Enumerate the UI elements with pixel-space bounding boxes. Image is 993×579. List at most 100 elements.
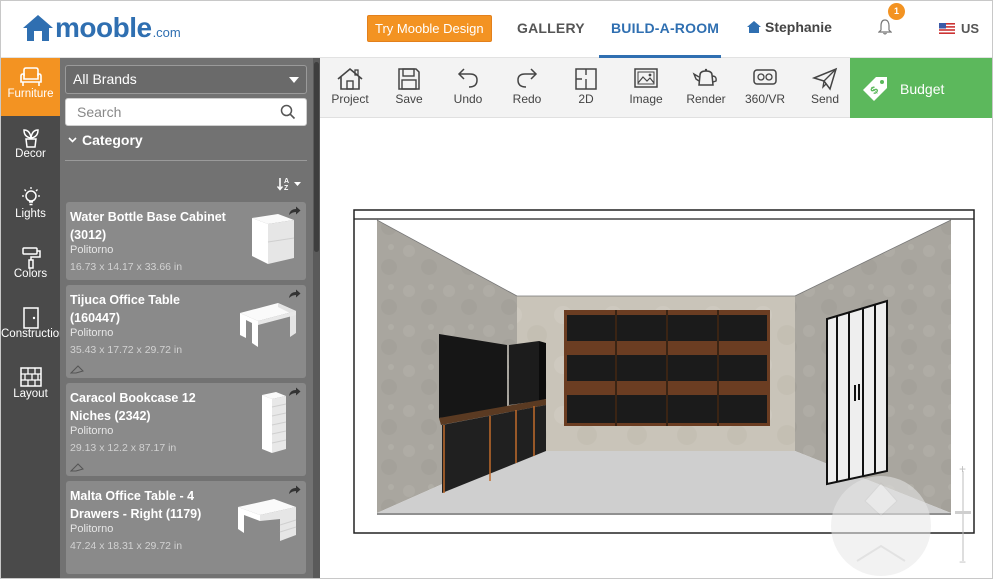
floorplan-icon bbox=[575, 68, 597, 90]
user-menu[interactable]: Stephanie bbox=[746, 19, 832, 35]
paint-roller-icon bbox=[21, 247, 41, 269]
app-window: mooble .com Try Mooble Design GALLERY BU… bbox=[0, 0, 993, 579]
bell-icon bbox=[877, 19, 893, 35]
product-dimensions: 29.13 x 12.2 x 87.17 in bbox=[70, 442, 177, 454]
share-icon[interactable] bbox=[288, 289, 301, 299]
product-dimensions: 16.73 x 14.17 x 33.66 in bbox=[70, 261, 183, 273]
rail-item-lights[interactable]: Lights bbox=[1, 178, 60, 236]
save-label: Save bbox=[395, 92, 423, 106]
room-3d-viewport[interactable]: + − bbox=[320, 118, 993, 579]
product-card[interactable]: Water Bottle Base Cabinet (3012) Politor… bbox=[66, 202, 306, 280]
mooble-logo[interactable]: mooble .com bbox=[21, 13, 181, 43]
save-button[interactable]: Save bbox=[380, 58, 438, 118]
image-label: Image bbox=[629, 92, 663, 106]
teapot-icon bbox=[692, 68, 717, 86]
rail-item-colors[interactable]: Colors bbox=[1, 238, 60, 296]
render-button[interactable]: Render bbox=[677, 58, 735, 118]
budget-label: Budget bbox=[900, 81, 945, 97]
cabinet-thumbnail bbox=[252, 214, 295, 264]
product-brand: Politorno bbox=[70, 244, 114, 256]
chevron-down-icon bbox=[289, 77, 299, 83]
search-icon[interactable] bbox=[280, 104, 296, 120]
send-label: Send bbox=[810, 92, 840, 106]
notifications-button[interactable] bbox=[877, 19, 893, 40]
plant-icon bbox=[22, 129, 39, 148]
notification-badge: 1 bbox=[888, 3, 905, 20]
360-vr-button[interactable]: 360/VR bbox=[736, 58, 794, 118]
panel-scrollbar[interactable] bbox=[313, 58, 320, 578]
svg-text:+: + bbox=[959, 462, 966, 476]
camera-navigation-widget[interactable] bbox=[831, 476, 931, 576]
product-card[interactable]: Tijuca Office Table (160447) Politorno 3… bbox=[66, 285, 306, 378]
image-button[interactable]: Image bbox=[617, 58, 675, 118]
send-button[interactable]: Send bbox=[796, 58, 854, 118]
category-rail: Furniture Decor Lights Colors Constructi… bbox=[1, 58, 66, 578]
brand-dropdown[interactable]: All Brands bbox=[65, 65, 307, 94]
redo-button[interactable]: Redo bbox=[498, 58, 556, 118]
locale-selector[interactable]: US bbox=[939, 21, 979, 36]
logo-word: mooble bbox=[55, 12, 152, 43]
share-icon[interactable] bbox=[288, 485, 301, 495]
top-header: mooble .com Try Mooble Design GALLERY BU… bbox=[1, 1, 992, 58]
svg-text:A: A bbox=[284, 178, 289, 185]
undo-button[interactable]: Undo bbox=[439, 58, 497, 118]
render-label: Render bbox=[686, 92, 726, 106]
category-toggle[interactable]: Category bbox=[68, 132, 143, 148]
measure-icon[interactable] bbox=[70, 463, 84, 472]
scrollbar-thumb[interactable] bbox=[314, 62, 319, 252]
bookcase-thumbnail bbox=[262, 392, 287, 453]
sort-az-icon[interactable]: A Z bbox=[277, 176, 303, 192]
floppy-icon bbox=[398, 68, 420, 90]
editor-toolbar: Project Save Undo Redo 2D Image Render 3… bbox=[320, 58, 850, 118]
measure-icon[interactable] bbox=[70, 365, 84, 374]
rail-item-construction[interactable]: Construction bbox=[1, 298, 66, 356]
project-button[interactable]: Project bbox=[321, 58, 379, 118]
try-mooble-design-button[interactable]: Try Mooble Design bbox=[367, 15, 492, 42]
svg-text:−: − bbox=[959, 555, 966, 569]
rail-item-decor[interactable]: Decor bbox=[1, 118, 60, 176]
share-icon[interactable] bbox=[288, 206, 301, 216]
image-icon bbox=[634, 68, 658, 88]
rail-item-layout[interactable]: Layout bbox=[1, 358, 60, 416]
product-card[interactable]: Malta Office Table - 4 Drawers - Right (… bbox=[66, 481, 306, 574]
2d-label: 2D bbox=[578, 92, 594, 106]
undo-icon bbox=[457, 68, 478, 88]
office-table-thumbnail bbox=[240, 303, 296, 347]
chevron-down-icon bbox=[68, 137, 77, 143]
2d-view-button[interactable]: 2D bbox=[557, 58, 615, 118]
product-card[interactable]: Caracol Bookcase 12 Niches (2342) Polito… bbox=[66, 383, 306, 476]
product-name: Water Bottle Base Cabinet (3012) bbox=[70, 210, 226, 242]
paper-plane-icon bbox=[811, 67, 838, 91]
house-icon bbox=[337, 67, 363, 90]
locale-label: US bbox=[961, 21, 980, 36]
rail-label-decor: Decor bbox=[15, 148, 46, 160]
us-flag-icon bbox=[939, 23, 955, 34]
undo-label: Undo bbox=[453, 92, 483, 106]
rail-label-layout: Layout bbox=[13, 388, 48, 400]
redo-label: Redo bbox=[512, 92, 542, 106]
brand-dropdown-value: All Brands bbox=[73, 71, 137, 87]
door-icon bbox=[22, 307, 39, 329]
search-input[interactable] bbox=[66, 99, 266, 125]
rail-item-furniture[interactable]: Furniture bbox=[1, 58, 60, 116]
rail-label-lights: Lights bbox=[15, 208, 46, 220]
product-name: Caracol Bookcase 12 Niches (2342) bbox=[70, 391, 196, 423]
rail-label-furniture: Furniture bbox=[7, 88, 54, 100]
360-vr-label: 360/VR bbox=[744, 92, 786, 106]
divider bbox=[65, 160, 307, 161]
share-icon[interactable] bbox=[288, 387, 301, 397]
office-desk-thumbnail bbox=[238, 499, 297, 541]
brick-wall-icon bbox=[19, 367, 42, 387]
sliding-glass-door bbox=[826, 299, 888, 486]
nav-gallery[interactable]: GALLERY bbox=[517, 20, 585, 36]
project-label: Project bbox=[331, 92, 369, 106]
price-tag-icon: $ bbox=[863, 77, 887, 101]
search-box[interactable] bbox=[65, 98, 307, 126]
logo-house-icon bbox=[23, 15, 53, 41]
bulb-icon bbox=[21, 187, 40, 206]
product-brand: Politorno bbox=[70, 327, 114, 339]
vr-headset-icon bbox=[753, 69, 777, 85]
budget-button[interactable]: $ Budget bbox=[850, 58, 992, 118]
nav-build-a-room[interactable]: BUILD-A-ROOM bbox=[611, 20, 719, 36]
rail-label-construction: Construction bbox=[1, 328, 66, 340]
